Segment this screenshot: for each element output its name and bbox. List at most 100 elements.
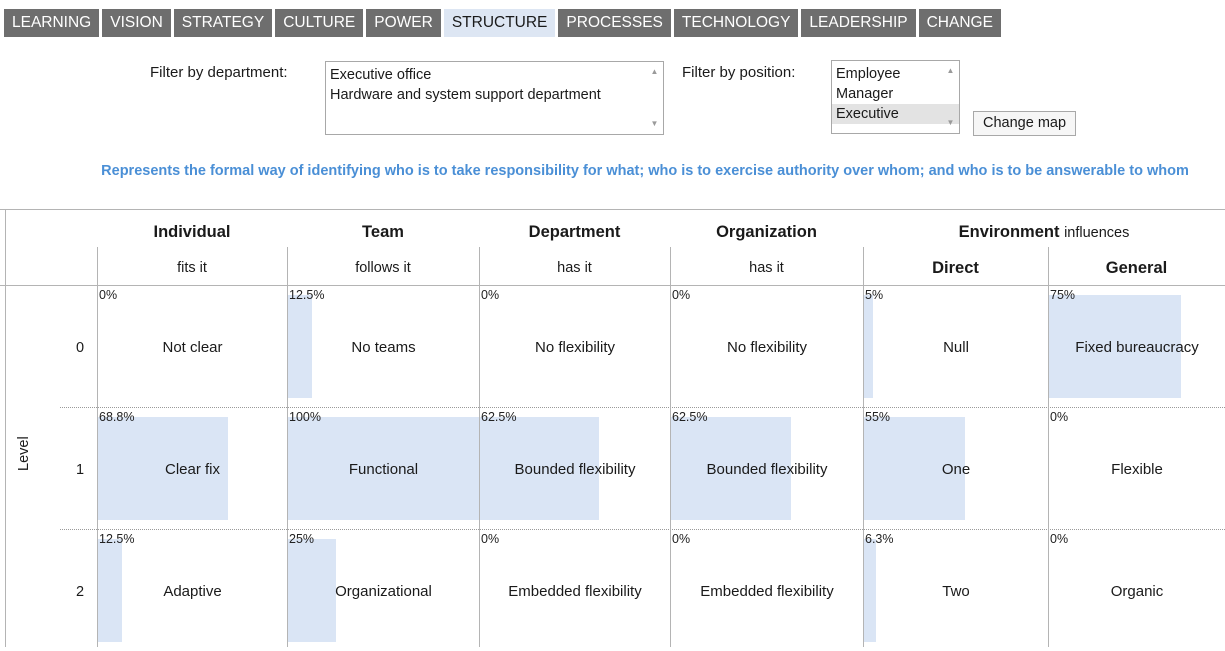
map-cell-level-2-individual[interactable]: 12.5% Adaptive [98, 530, 287, 651]
tab-processes[interactable]: PROCESSES [558, 9, 671, 37]
map-cell-level-0-department[interactable]: 0% No flexibility [480, 286, 670, 407]
percentage-value: 0% [1050, 532, 1069, 546]
percentage-value: 0% [481, 288, 500, 302]
position-option[interactable]: Manager [832, 84, 959, 104]
percentage-value: 12.5% [99, 532, 135, 546]
column-subheader-individual: fits it [177, 260, 207, 276]
column-subheader-team: follows it [355, 260, 411, 276]
percentage-value: 62.5% [481, 410, 517, 424]
map-cell-level-2-department[interactable]: 0% Embedded flexibility [480, 530, 670, 651]
cell-label: Clear fix [164, 461, 220, 478]
position-option[interactable]: Employee [832, 64, 959, 84]
tab-vision[interactable]: VISION [102, 9, 171, 37]
cell-label: Organizational [335, 583, 432, 600]
map-cell-level-1-team[interactable]: 100% Functional [288, 408, 479, 529]
percentage-value: 0% [481, 532, 500, 546]
cell-label: Bounded flexibility [706, 461, 828, 478]
tab-strategy[interactable]: STRATEGY [173, 9, 273, 37]
scroll-down-arrow-icon[interactable]: ▼ [942, 115, 959, 131]
department-filter-label: Filter by department: [150, 64, 288, 81]
cell-label: No teams [351, 339, 416, 356]
map-cell-level-1-department[interactable]: 62.5% Bounded flexibility [480, 408, 670, 529]
column-header-individual: Individual [153, 223, 231, 241]
percentage-value: 12.5% [289, 288, 325, 302]
map-cell-level-1-individual[interactable]: 68.8% Clear fix [98, 408, 287, 529]
percentage-value: 55% [865, 410, 891, 424]
cell-label: Null [943, 339, 969, 356]
cell-label: Not clear [162, 339, 223, 356]
percentage-value: 25% [289, 532, 315, 546]
map-cell-level-0-individual[interactable]: 0% Not clear [98, 286, 287, 407]
scroll-down-arrow-icon[interactable]: ▼ [646, 116, 663, 132]
cell-label: No flexibility [534, 339, 616, 356]
percentage-value: 68.8% [99, 410, 135, 424]
environment-title-suffix: influences [1064, 225, 1130, 241]
cell-label: Two [942, 583, 970, 600]
tab-change[interactable]: CHANGE [918, 9, 1001, 37]
cell-label: Embedded flexibility [508, 583, 642, 600]
environment-title: Environment [958, 223, 1060, 241]
percentage-value: 100% [289, 410, 321, 424]
column-subheader-general: General [1105, 259, 1168, 277]
map-cell-level-0-direct[interactable]: 5% Null [864, 286, 1048, 407]
percentage-value: 0% [672, 532, 691, 546]
main-tab-bar: LEARNING VISION STRATEGY CULTURE POWER S… [4, 9, 1001, 37]
structure-description: Represents the formal way of identifying… [101, 163, 1189, 179]
map-cell-level-2-direct[interactable]: 6.3% Two [864, 530, 1048, 651]
percentage-value: 0% [1050, 410, 1069, 424]
map-cell-level-1-organization[interactable]: 62.5% Bounded flexibility [671, 408, 863, 529]
grid-left-border [5, 209, 6, 647]
column-header-organization: Organization [716, 223, 817, 241]
map-cell-level-0-team[interactable]: 12.5% No teams [288, 286, 479, 407]
column-header-team: Team [362, 223, 404, 241]
tab-culture[interactable]: CULTURE [275, 9, 364, 37]
tab-learning[interactable]: LEARNING [4, 9, 100, 37]
percentage-value: 0% [99, 288, 118, 302]
cell-label: Bounded flexibility [514, 461, 636, 478]
tab-technology[interactable]: TECHNOLOGY [673, 9, 799, 37]
position-listbox[interactable]: Employee Manager Executive ▲ ▼ [831, 60, 960, 134]
cell-label: Adaptive [163, 583, 222, 600]
tab-power[interactable]: POWER [366, 9, 441, 37]
scroll-up-arrow-icon[interactable]: ▲ [646, 64, 663, 80]
scroll-up-arrow-icon[interactable]: ▲ [942, 63, 959, 79]
column-header-department: Department [528, 223, 621, 241]
percentage-value: 0% [672, 288, 691, 302]
position-option-selected[interactable]: Executive [832, 104, 959, 124]
column-header-environment: Environment influences [863, 223, 1225, 242]
cell-label: Organic [1110, 583, 1164, 600]
column-subheader-organization: has it [749, 260, 784, 276]
map-cell-level-0-organization[interactable]: 0% No flexibility [671, 286, 863, 407]
percentage-value: 6.3% [865, 532, 894, 546]
level-number: 1 [76, 462, 85, 478]
department-scrollbar[interactable]: ▲ ▼ [646, 62, 663, 134]
map-cell-level-1-direct[interactable]: 55% One [864, 408, 1048, 529]
structure-map-grid: Individual Team Department Organization … [0, 209, 1225, 647]
tab-leadership[interactable]: LEADERSHIP [801, 9, 916, 37]
map-cell-level-2-organization[interactable]: 0% Embedded flexibility [671, 530, 863, 651]
map-cell-level-0-general[interactable]: 75% Fixed bureaucracy [1049, 286, 1225, 407]
cell-label: Flexible [1111, 461, 1163, 478]
column-subheader-department: has it [557, 260, 592, 276]
percentage-value: 5% [865, 288, 884, 302]
percentage-value: 75% [1050, 288, 1076, 302]
level-number: 0 [76, 340, 85, 356]
department-option[interactable]: Hardware and system support department [326, 85, 663, 105]
grid-top-border [0, 209, 1225, 210]
map-cell-level-1-general[interactable]: 0% Flexible [1049, 408, 1225, 529]
cell-label: No flexibility [726, 339, 808, 356]
level-number: 2 [76, 584, 85, 600]
department-listbox[interactable]: Executive office Hardware and system sup… [325, 61, 664, 135]
department-option[interactable]: Executive office [326, 65, 663, 85]
level-axis-label: Level [16, 436, 32, 471]
tab-structure[interactable]: STRUCTURE [443, 9, 556, 37]
column-subheader-direct: Direct [932, 259, 979, 277]
cell-label: Functional [348, 461, 419, 478]
cell-label: One [941, 461, 971, 478]
cell-label: Fixed bureaucracy [1075, 339, 1199, 356]
percentage-value: 62.5% [672, 410, 708, 424]
map-cell-level-2-team[interactable]: 25% Organizational [288, 530, 479, 651]
map-cell-level-2-general[interactable]: 0% Organic [1049, 530, 1225, 651]
position-scrollbar[interactable]: ▲ ▼ [942, 61, 959, 133]
change-map-button[interactable]: Change map [973, 111, 1077, 136]
